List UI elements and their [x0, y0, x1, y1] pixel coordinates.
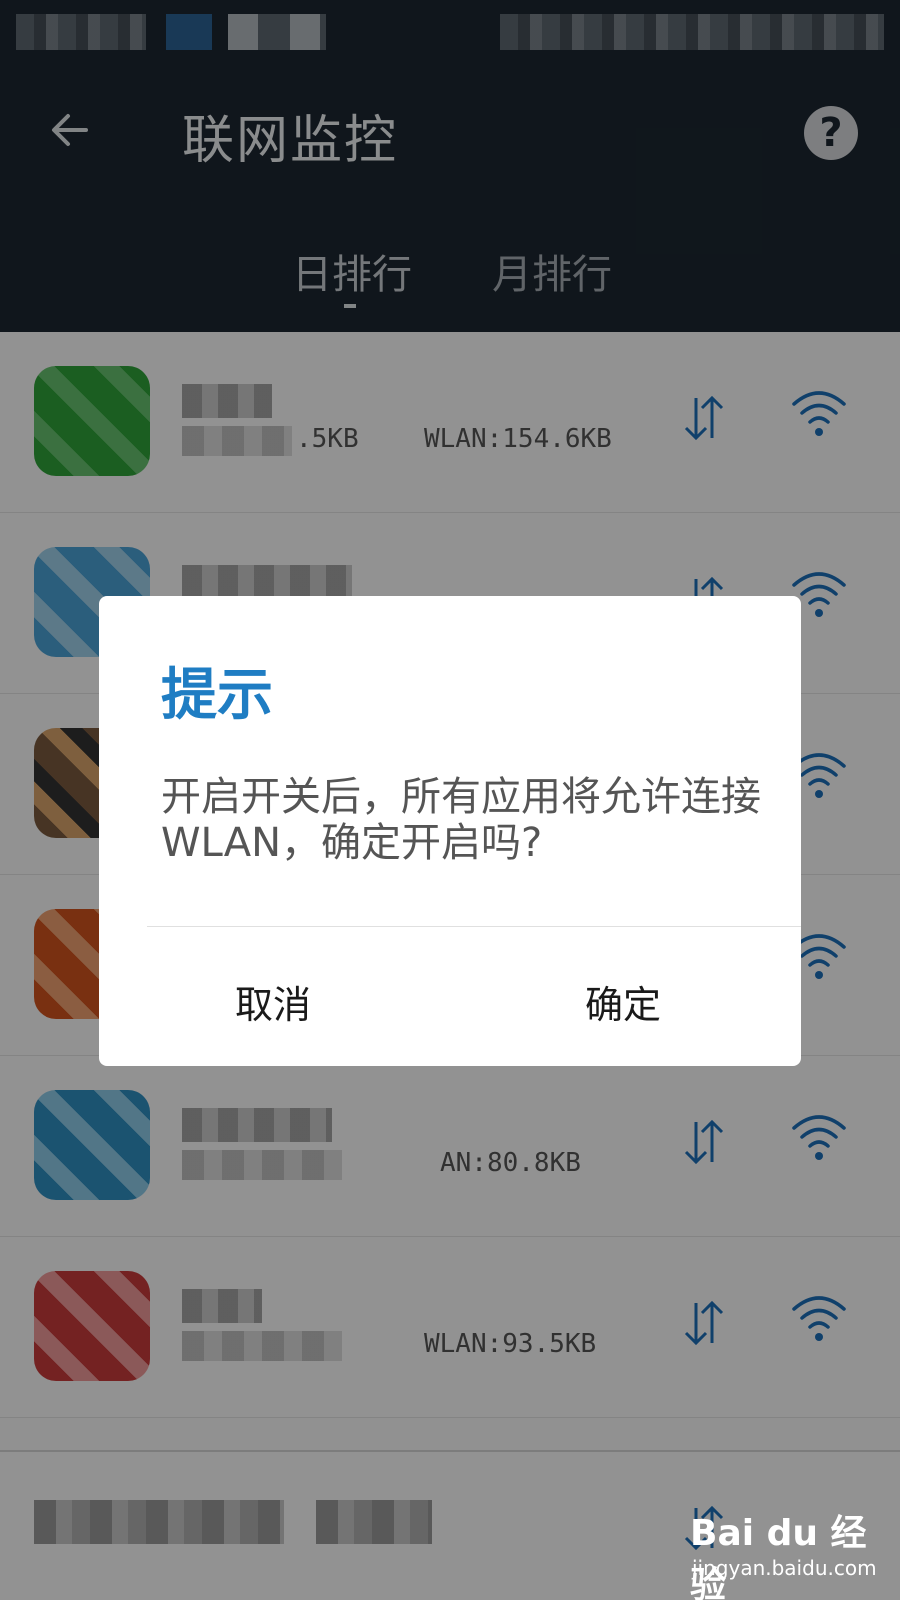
confirm-button[interactable]: 确定 — [585, 974, 661, 1029]
baidu-jingyan-watermark: Bai du 经验 jingyan.baidu.com — [690, 1500, 890, 1600]
watermark-url: jingyan.baidu.com — [692, 1556, 877, 1580]
confirm-dialog: 提示 开启开关后，所有应用将允许连接WLAN，确定开启吗? 取消 确定 — [99, 596, 801, 1066]
cancel-button[interactable]: 取消 — [235, 974, 311, 1029]
dialog-title: 提示 — [161, 663, 273, 728]
watermark-logo: Bai du 经验 — [690, 1513, 867, 1600]
dialog-divider — [147, 926, 801, 927]
dialog-message: 开启开关后，所有应用将允许连接WLAN，确定开启吗? — [161, 774, 761, 866]
